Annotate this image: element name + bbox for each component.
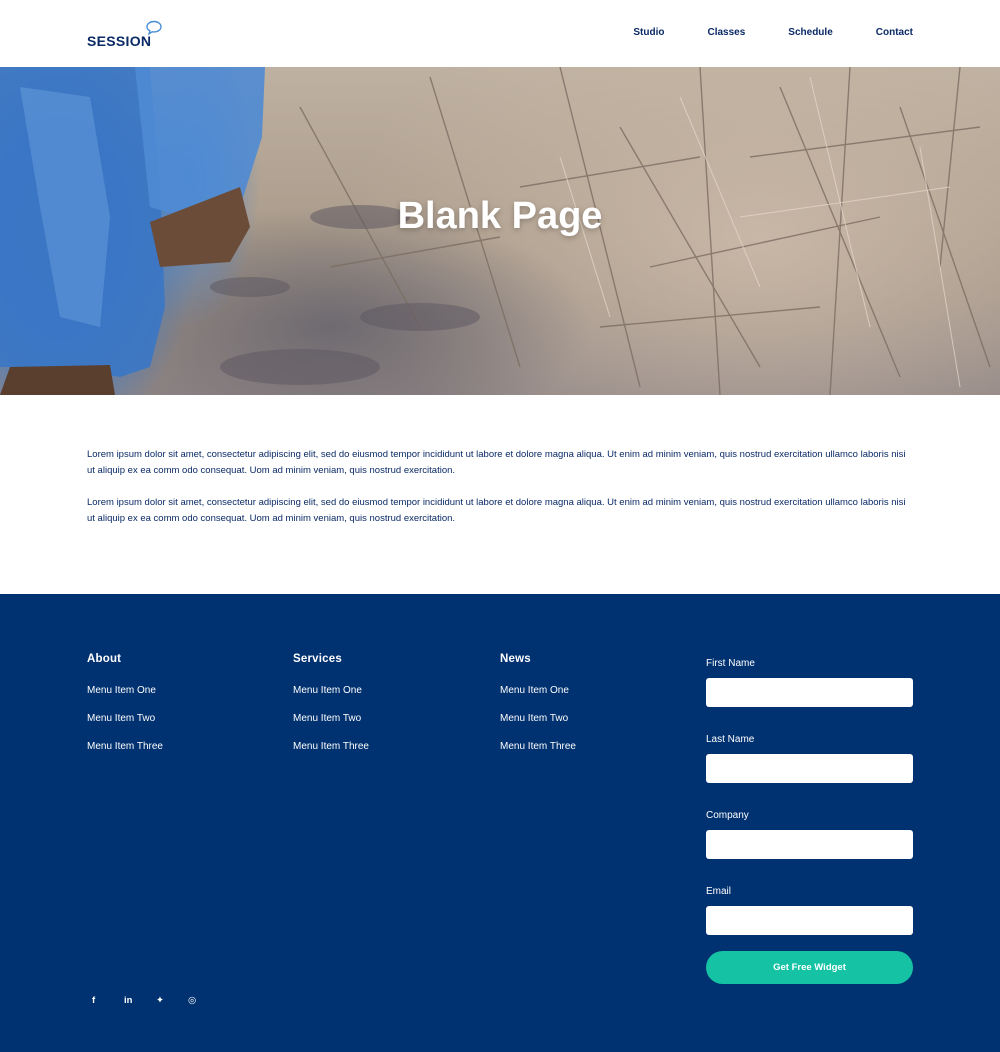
footer-link[interactable]: Menu Item Three (500, 741, 690, 769)
email-input[interactable] (706, 906, 913, 935)
facebook-icon[interactable]: f (92, 995, 124, 1006)
main-nav: Studio Classes Schedule Contact (590, 27, 913, 38)
site-footer: About Menu Item One Menu Item Two Menu I… (0, 594, 1000, 1052)
company-label: Company (706, 810, 749, 821)
logo-text: SESSION (87, 33, 152, 49)
field-email: Email (706, 886, 913, 935)
footer-link[interactable]: Menu Item One (500, 685, 690, 713)
get-free-widget-button[interactable]: Get Free Widget (706, 951, 913, 984)
nav-studio[interactable]: Studio (633, 27, 664, 38)
hero-banner: Blank Page (0, 67, 1000, 395)
site-header: SESSION Studio Classes Schedule Contact (0, 0, 1000, 67)
footer-column-services: Services Menu Item One Menu Item Two Men… (293, 653, 483, 769)
company-input[interactable] (706, 830, 913, 859)
field-last-name: Last Name (706, 734, 913, 783)
last-name-label: Last Name (706, 734, 755, 745)
email-label: Email (706, 886, 732, 897)
nav-contact[interactable]: Contact (876, 27, 913, 38)
linkedin-icon[interactable]: in (124, 995, 156, 1006)
footer-link[interactable]: Menu Item Two (293, 713, 483, 741)
footer-column-news: News Menu Item One Menu Item Two Menu It… (500, 653, 690, 769)
footer-column-title: About (87, 653, 122, 665)
footer-link[interactable]: Menu Item Three (87, 741, 277, 769)
instagram-icon[interactable]: ◎ (188, 995, 220, 1006)
footer-link[interactable]: Menu Item One (87, 685, 277, 713)
twitter-icon[interactable]: ✦ (156, 995, 188, 1006)
body-paragraph: Lorem ipsum dolor sit amet, consectetur … (87, 449, 906, 476)
last-name-input[interactable] (706, 754, 913, 783)
body-paragraph: Lorem ipsum dolor sit amet, consectetur … (87, 497, 906, 524)
footer-column-title: Services (293, 653, 342, 665)
nav-schedule[interactable]: Schedule (788, 27, 832, 38)
footer-link[interactable]: Menu Item Two (500, 713, 690, 741)
signup-form: First Name Last Name Company Email Get F… (706, 658, 913, 984)
first-name-input[interactable] (706, 678, 913, 707)
social-links: f in ✦ ◎ (92, 995, 220, 1006)
main-content: Lorem ipsum dolor sit amet, consectetur … (87, 447, 913, 543)
footer-link[interactable]: Menu Item Two (87, 713, 277, 741)
first-name-label: First Name (706, 658, 755, 669)
field-company: Company (706, 810, 913, 859)
nav-classes[interactable]: Classes (707, 27, 745, 38)
speech-bubble-icon (146, 20, 162, 36)
footer-link[interactable]: Menu Item Three (293, 741, 483, 769)
logo[interactable]: SESSION (87, 20, 162, 49)
field-first-name: First Name (706, 658, 913, 707)
footer-column-title: News (500, 653, 531, 665)
footer-link[interactable]: Menu Item One (293, 685, 483, 713)
footer-column-about: About Menu Item One Menu Item Two Menu I… (87, 653, 277, 769)
page-title: Blank Page (397, 195, 603, 237)
